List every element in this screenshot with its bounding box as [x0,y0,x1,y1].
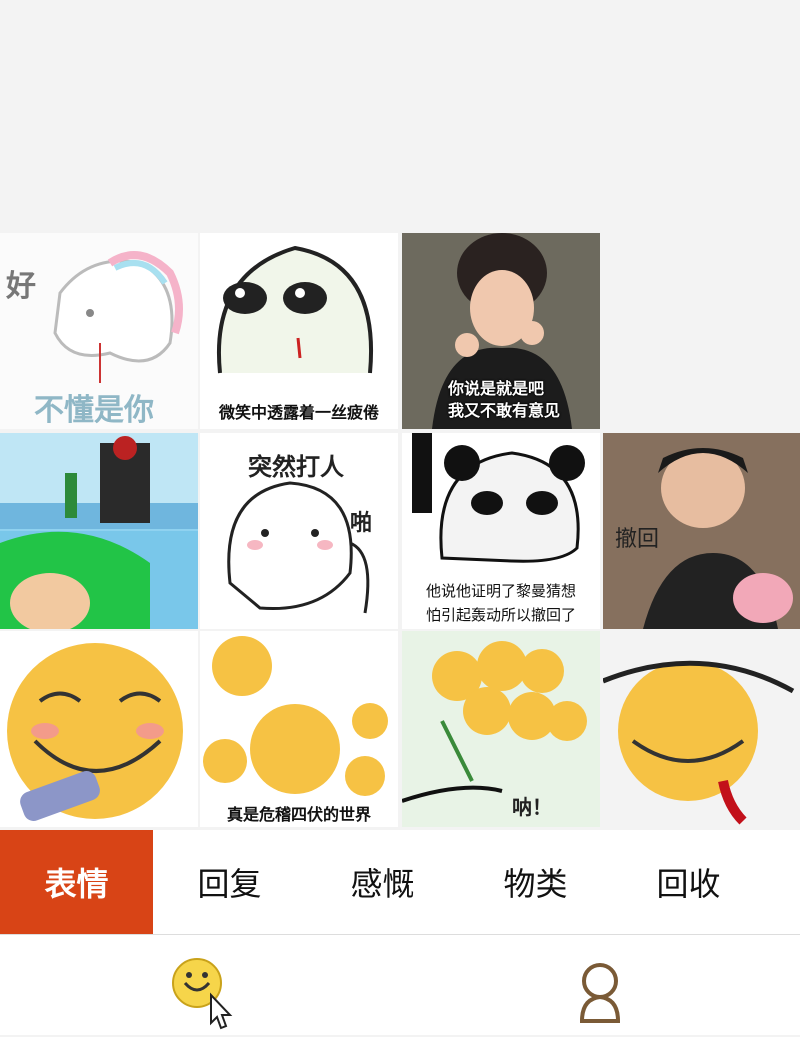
tab-objects[interactable]: 物类 [459,830,612,934]
top-blank-area [0,0,800,233]
sticker-caption: 真是危稽四伏的世界 [226,805,371,824]
sticker-emoji-crowd[interactable]: 真是危稽四伏的世界 [200,631,398,827]
sticker-emoji-bouquet[interactable]: 呐！ [402,631,600,827]
sticker-smirk-emoji[interactable] [0,631,198,827]
sticker-text-bottom: 不懂是你 [34,393,154,428]
sticker-caption-line2: 怕引起轰动所以撤回了 [425,606,576,624]
emoji-icon [172,958,233,1030]
tab-recycle[interactable]: 回收 [612,830,765,934]
sticker-unicorn[interactable]: 好 不懂是你 [0,233,198,429]
sticker-drool-emoji[interactable] [603,631,800,827]
sticker-side-text: 啪 [350,511,373,536]
sticker-caption-line1: 他说他证明了黎曼猜想 [425,582,576,600]
nav-emoji-button[interactable] [165,953,245,1030]
sticker-boy-photo[interactable]: 撤回 [603,433,800,629]
sticker-tired-smile[interactable]: 微笑中透露着一丝疲倦 [200,233,398,429]
sticker-caption: 微笑中透露着一丝疲倦 [218,403,379,422]
emoji-bouquet [402,641,587,803]
sticker-caption-line2: 我又不敢有意见 [448,401,561,420]
bottom-navigation [0,935,800,1035]
sticker-anime[interactable] [0,433,198,629]
category-tabs: 表情 回复 感慨 物类 回收 [0,830,800,935]
drool-emoji [603,660,795,825]
child-photo [402,233,600,429]
emoji-crowd [203,636,388,796]
profile-icon [579,963,621,1023]
tab-reply[interactable]: 回复 [153,830,306,934]
tab-expression[interactable]: 表情 [0,830,153,934]
sticker-caption: 撤回 [615,527,660,552]
sticker-text-top: 好 [6,269,36,304]
nav-profile-button[interactable] [560,953,640,1023]
sticker-caption: 呐！ [512,795,552,819]
anime-scene [0,433,198,629]
tab-emotion[interactable]: 感慨 [306,830,459,934]
sticker-bear-slap[interactable]: 突然打人 啪 [200,433,398,629]
sticker-title: 突然打人 [248,453,344,481]
sticker-child-photo[interactable]: 你说是就是吧 我又不敢有意见 [402,233,600,429]
tired-face-drawing [217,245,373,374]
smirk-emoji [7,643,183,821]
sticker-grid: 好 不懂是你 微笑中透露着一丝疲倦 你说是就是吧 我又不敢有意见 突然打人 啪 … [0,233,800,830]
sticker-caption-line1: 你说是就是吧 [448,379,545,398]
sticker-panda[interactable]: 他说他证明了黎曼猜想 怕引起轰动所以撤回了 [402,433,600,629]
